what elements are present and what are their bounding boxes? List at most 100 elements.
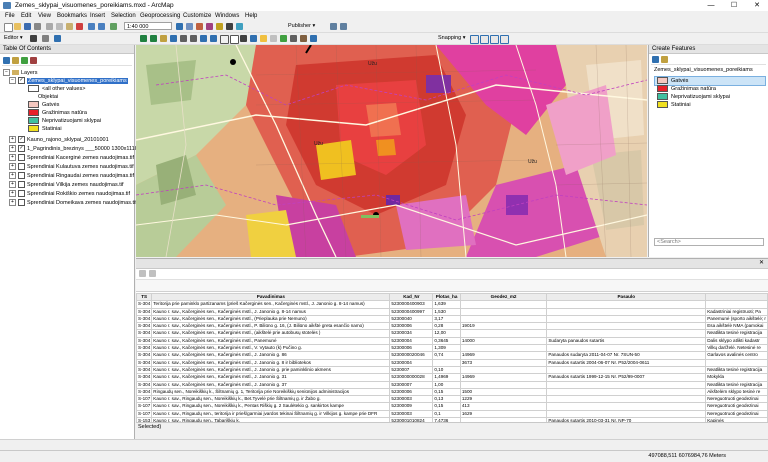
table-cell[interactable]: Neatlikta tesinė registracija: [705, 365, 768, 375]
table-cell[interactable]: Panaudos sudaryta 2011-04-07 Nr. 7SUN-50: [546, 351, 707, 360]
create-viewer-icon[interactable]: [310, 35, 317, 42]
map-canvas[interactable]: Užu Užu Užu: [136, 45, 647, 257]
editor-dropdown[interactable]: Editor ▾: [4, 34, 23, 43]
find-route-icon[interactable]: [280, 35, 287, 42]
table-cell[interactable]: S-304: [135, 365, 153, 375]
table-cell[interactable]: S-304: [135, 344, 153, 353]
layer-visibility-checkbox[interactable]: ✓: [18, 136, 25, 144]
table-close-icon[interactable]: ✕: [759, 259, 764, 268]
table-cell[interactable]: 52300004: [389, 336, 434, 346]
table-cell[interactable]: [546, 409, 707, 419]
table-cell[interactable]: 5230000020046: [389, 351, 434, 360]
table-cell[interactable]: Sudaryta panaudos sutartis: [546, 336, 707, 346]
table-row[interactable]: S-304 Kauno r. sav., Kačerginės sen., Kač…: [135, 380, 768, 389]
table-cell[interactable]: Kauno r. sav., Kačerginės sen., Kačergin…: [151, 336, 391, 346]
reshape-icon[interactable]: [54, 35, 61, 42]
table-cell[interactable]: 0,74: [432, 351, 461, 360]
column-header[interactable]: [705, 292, 768, 302]
toc-layer-kauno-rajono[interactable]: + ✓ Kauno_rajono_sklypai_20101001: [9, 136, 109, 144]
end-snap-icon[interactable]: [480, 35, 489, 44]
table-cell[interactable]: Kauno r. sav., Ringaudų sen., Noreikiški…: [151, 395, 391, 404]
table-cell[interactable]: 1,530: [432, 307, 461, 316]
table-cell[interactable]: 5230000000028: [389, 373, 434, 382]
table-cell[interactable]: Kauno r. sav., Kačerginės sen., Kačergin…: [151, 380, 391, 389]
snapping-dropdown[interactable]: Snapping ▾: [438, 34, 466, 43]
publisher-export-icon[interactable]: [340, 23, 347, 30]
expand-icon[interactable]: +: [9, 136, 16, 144]
table-cell[interactable]: S-304: [135, 314, 153, 324]
table-row[interactable]: S-304 Kauno r. sav., Kačerginės sen., Kač…: [135, 358, 768, 367]
sketch-tool-icon[interactable]: [42, 35, 49, 42]
table-cell[interactable]: S-107: [135, 402, 153, 411]
edit-tool-icon[interactable]: [30, 35, 37, 42]
table-cell[interactable]: Kauno r. sav., Kačerginės sen., Kačergin…: [151, 329, 391, 338]
python-icon[interactable]: [226, 23, 233, 30]
go-to-xy-icon[interactable]: [290, 35, 297, 42]
toc-layers-group[interactable]: − Layers: [3, 69, 38, 77]
table-cell[interactable]: 52300006: [389, 322, 434, 331]
table-cell[interactable]: Panaudos sutartis 2004-06-07 Nr. P52/200…: [546, 358, 707, 367]
table-cell[interactable]: [546, 314, 707, 324]
column-header[interactable]: Pavadinimas: [151, 292, 391, 302]
full-extent-icon[interactable]: [170, 35, 177, 42]
table-row[interactable]: S-304 Kauno r. sav., Kačerginės sen., Kač…: [135, 351, 768, 360]
expand-icon[interactable]: +: [9, 181, 16, 189]
layer-visibility-checkbox[interactable]: ✓: [18, 145, 25, 153]
table-options-icon[interactable]: [139, 270, 146, 277]
table-cell[interactable]: 1,00: [432, 380, 461, 389]
table-row[interactable]: S-304 Kauno r. sav., Kačerginės sen., Kač…: [135, 336, 768, 346]
zoom-in-icon[interactable]: [140, 35, 147, 42]
table-cell[interactable]: 52300009: [389, 402, 434, 411]
toc-layer-pagrindinis[interactable]: + ✓ 1_Pagrindinis_brezinys ___50000 1300x1…: [9, 145, 139, 153]
table-cell[interactable]: 1629: [459, 409, 548, 419]
table-cell[interactable]: 52300003: [389, 395, 434, 404]
table-cell[interactable]: [546, 380, 707, 389]
table-cell[interactable]: [546, 365, 707, 375]
table-cell[interactable]: 52300003: [389, 409, 434, 419]
table-cell[interactable]: 0,3645: [432, 336, 461, 346]
table-cell[interactable]: Teritorija prie paminklo partizanams (pr…: [151, 300, 391, 309]
table-row[interactable]: S-304 Kauno r. sav., Kačerginės sen., Kač…: [135, 365, 768, 375]
table-cell[interactable]: 1,309: [432, 344, 461, 353]
menu-file[interactable]: File: [5, 11, 15, 21]
menu-windows[interactable]: Windows: [215, 11, 239, 21]
layer-visibility-checkbox[interactable]: [18, 154, 25, 162]
table-cell[interactable]: S-304: [135, 387, 153, 397]
back-extent-icon[interactable]: [200, 35, 207, 42]
paste-icon[interactable]: [66, 23, 73, 30]
table-cell[interactable]: 0,13: [432, 395, 461, 404]
redo-icon[interactable]: [98, 23, 105, 30]
expand-icon[interactable]: +: [9, 190, 16, 198]
table-cell[interactable]: Kauno r. sav., Ringaudų sen., teritorija…: [151, 409, 391, 419]
menu-help[interactable]: Help: [245, 11, 257, 21]
table-cell[interactable]: Nereguotruoti geodezinai: [705, 395, 768, 404]
toc-layer-ringaudai[interactable]: + Sprendiniai Ringaudai zemes naudojimas.…: [9, 172, 134, 180]
forward-extent-icon[interactable]: [210, 35, 217, 42]
table-cell[interactable]: 0,15: [432, 387, 461, 397]
table-cell[interactable]: [546, 329, 707, 338]
table-cell[interactable]: Neatlikta tesinė registracija: [705, 329, 768, 338]
point-snap-icon[interactable]: [470, 35, 479, 44]
hyperlink-icon[interactable]: [260, 35, 267, 42]
table-cell[interactable]: Kauno r. sav., Kačerginės sen., Kačergin…: [151, 373, 391, 382]
arctoolbox-icon[interactable]: [216, 23, 223, 30]
layer-visibility-checkbox[interactable]: ✓: [18, 77, 25, 85]
layer-visibility-checkbox[interactable]: [18, 163, 25, 171]
table-cell[interactable]: Kauno r. sav., Kačerginės sen., Kačergin…: [151, 322, 391, 331]
table-cell[interactable]: [459, 365, 548, 375]
catalog-icon[interactable]: [196, 23, 203, 30]
close-button[interactable]: ✕: [746, 0, 768, 11]
minimize-button[interactable]: —: [700, 0, 722, 11]
column-header[interactable]: Kad_Nr: [389, 292, 434, 302]
table-row[interactable]: S-107 Kauno r. sav., Ringaudų sen., terit…: [135, 409, 768, 419]
collapse-icon[interactable]: −: [9, 77, 16, 85]
table-cell[interactable]: 12,00: [432, 329, 461, 338]
copy-icon[interactable]: [56, 23, 63, 30]
table-cell[interactable]: [546, 344, 707, 353]
table-cell[interactable]: [459, 380, 548, 389]
map-view[interactable]: Užu Užu Užu: [136, 45, 647, 257]
table-row[interactable]: S-304 Kauno r. sav., Kačerginės sen., Kač…: [135, 373, 768, 382]
table-cell[interactable]: 3,17: [432, 314, 461, 324]
modelbuilder-icon[interactable]: [236, 23, 243, 30]
column-header[interactable]: Geodez_m2: [459, 292, 548, 302]
